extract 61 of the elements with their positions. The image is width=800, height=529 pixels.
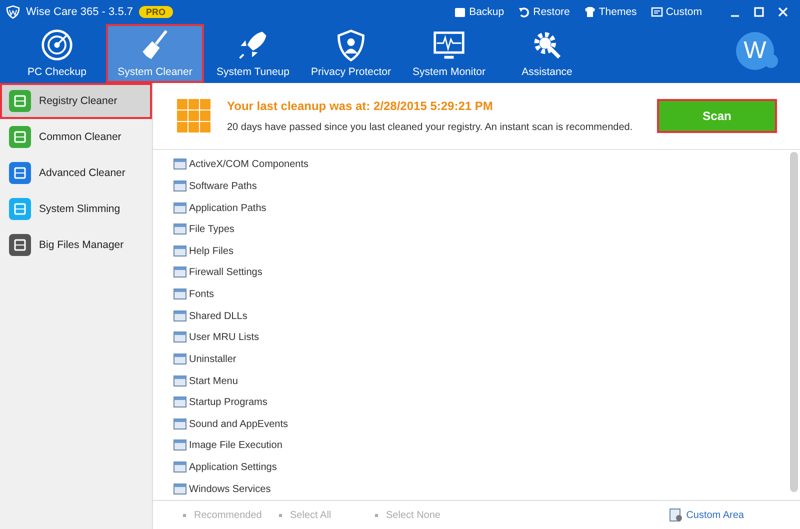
maximize-icon[interactable] [754, 7, 764, 17]
pro-badge: PRO [139, 6, 173, 18]
registry-category: ActiveX/COM Components [189, 159, 308, 170]
registry-category: Sound and AppEvents [189, 418, 288, 430]
registry-item-icon [173, 418, 187, 431]
radar-icon [40, 28, 74, 62]
registry-item-icon [173, 439, 187, 452]
nav-tab[interactable]: System Tuneup [204, 24, 302, 83]
registry-item-icon [173, 331, 187, 344]
registry-category: Application Paths [189, 202, 266, 214]
nav-tab[interactable]: PC Checkup [8, 24, 106, 83]
registry-category: Shared DLLs [189, 310, 248, 322]
registry-item-icon [173, 288, 187, 302]
registry-category: Image File Execution [189, 440, 282, 452]
sidebar-item[interactable]: System Slimming [0, 191, 152, 227]
registry-item-icon [173, 244, 187, 258]
registry-item-icon [173, 396, 187, 410]
registry-category: File Types [189, 224, 234, 236]
nav-tab[interactable]: System Cleaner [106, 24, 204, 83]
registry-item-icon [173, 180, 187, 193]
registry-category: Application Settings [189, 462, 277, 474]
registry-category: Windows Services [189, 484, 271, 495]
sidebar-item[interactable]: Registry Cleaner [0, 83, 152, 119]
toolbar-link[interactable]: Custom [650, 6, 702, 18]
toolbar-link[interactable]: Themes [584, 6, 637, 18]
list-icon [650, 6, 663, 18]
app-logo-icon [6, 5, 20, 19]
restore-icon [518, 6, 530, 18]
sidebar-item[interactable]: Advanced Cleaner [0, 155, 152, 191]
registry-item-icon [173, 461, 187, 474]
nav-tab[interactable]: Privacy Protector [302, 24, 400, 83]
registry-category: Help Files [189, 246, 234, 257]
close-icon[interactable] [778, 7, 788, 17]
registry-item-icon [173, 310, 187, 323]
registry-category: Start Menu [189, 376, 238, 387]
registry-item-icon [173, 352, 187, 366]
registry-category: Software Paths [189, 180, 257, 192]
shirt-icon [584, 6, 596, 18]
window-title: Wise Care 365 - 3.5.7 [26, 6, 133, 18]
registry-item-icon [173, 482, 187, 496]
sidebar-item[interactable]: Common Cleaner [0, 119, 152, 155]
toolbar-link[interactable]: Backup [454, 6, 504, 18]
registry-category: Uninstaller [189, 354, 236, 365]
toolbar-link[interactable]: Restore [518, 6, 570, 18]
registry-item-icon [173, 374, 187, 388]
registry-item-icon [173, 223, 187, 236]
registry-category: Startup Programs [189, 397, 268, 408]
registry-item-icon [173, 158, 187, 172]
nav-tab[interactable]: Assistance [498, 24, 596, 83]
registry-grid-icon [177, 99, 211, 133]
registry-category: Fonts [189, 289, 214, 300]
registry-category: Firewall Settings [189, 267, 262, 278]
last-cleanup-title: Your last cleanup was at: 2/28/2015 5:29:21 PM [227, 99, 494, 113]
scan-recommendation: 20 days have passed since you last cleaned your registry. An instant scan is recommended. [227, 122, 634, 133]
registry-item-icon [173, 266, 187, 280]
sidebar-item[interactable]: Big Files Manager [0, 227, 152, 263]
nav-tab[interactable]: System Monitor [400, 24, 498, 83]
scrollbar-thumb[interactable] [790, 152, 798, 492]
custom-area-link[interactable]: Custom Area [669, 508, 744, 522]
registry-item-icon [173, 202, 187, 215]
registry-category: User MRU Lists [189, 332, 260, 344]
